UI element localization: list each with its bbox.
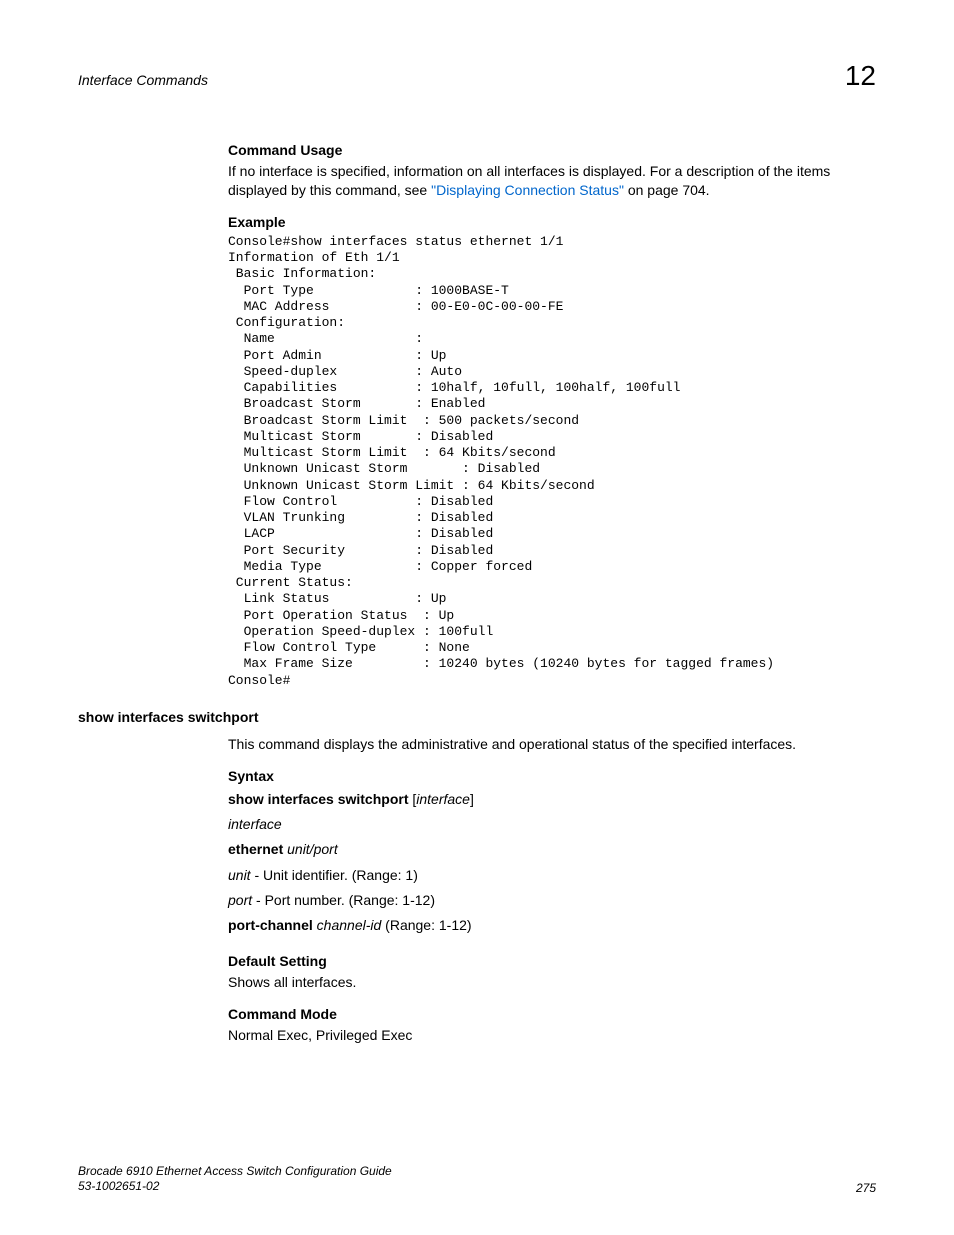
port-desc: - Port number. (Range: 1-12) — [252, 892, 435, 908]
syntax-command-line: show interfaces switchport [interface] — [228, 789, 876, 809]
command-usage-heading: Command Usage — [228, 142, 876, 158]
footer-doc-number: 53-1002651-02 — [78, 1179, 392, 1195]
connection-status-link[interactable]: "Displaying Connection Status" — [431, 182, 624, 198]
ethernet-bold: ethernet — [228, 841, 283, 857]
unit-italic: unit — [228, 867, 251, 883]
command-mode-heading: Command Mode — [228, 1006, 876, 1022]
chapter-number: 12 — [845, 60, 876, 92]
unit-desc: - Unit identifier. (Range: 1) — [251, 867, 418, 883]
page-number: 275 — [856, 1181, 876, 1195]
channelid-italic: channel-id — [317, 917, 382, 933]
syntax-cmd-bold: show interfaces switchport — [228, 791, 408, 807]
header-title: Interface Commands — [78, 72, 208, 88]
port-italic: port — [228, 892, 252, 908]
portchannel-bold: port-channel — [228, 917, 313, 933]
example-heading: Example — [228, 214, 876, 230]
interface-italic: interface — [228, 816, 282, 832]
syntax-portchannel-line: port-channel channel-id (Range: 1-12) — [228, 915, 876, 935]
footer-guide-title: Brocade 6910 Ethernet Access Switch Conf… — [78, 1164, 392, 1180]
syntax-heading: Syntax — [228, 768, 876, 784]
command-mode-text: Normal Exec, Privileged Exec — [228, 1026, 876, 1045]
command-description: This command displays the administrative… — [228, 735, 876, 754]
channel-range: (Range: 1-12) — [381, 917, 471, 933]
default-setting-text: Shows all interfaces. — [228, 973, 876, 992]
footer-left: Brocade 6910 Ethernet Access Switch Conf… — [78, 1164, 392, 1195]
command-usage-text: If no interface is specified, informatio… — [228, 162, 876, 200]
syntax-interface-param: interface — [416, 791, 470, 807]
syntax-unit-line: unit - Unit identifier. (Range: 1) — [228, 865, 876, 885]
default-setting-heading: Default Setting — [228, 953, 876, 969]
syntax-port-line: port - Port number. (Range: 1-12) — [228, 890, 876, 910]
syntax-interface-label: interface — [228, 814, 876, 834]
usage-text-after: on page 704. — [624, 182, 710, 198]
command-name: show interfaces switchport — [78, 709, 876, 725]
unit-port-italic: unit/port — [287, 841, 338, 857]
console-output: Console#show interfaces status ethernet … — [228, 234, 876, 689]
page-footer: Brocade 6910 Ethernet Access Switch Conf… — [78, 1164, 876, 1195]
syntax-ethernet-line: ethernet unit/port — [228, 839, 876, 859]
page-header: Interface Commands 12 — [78, 60, 876, 92]
